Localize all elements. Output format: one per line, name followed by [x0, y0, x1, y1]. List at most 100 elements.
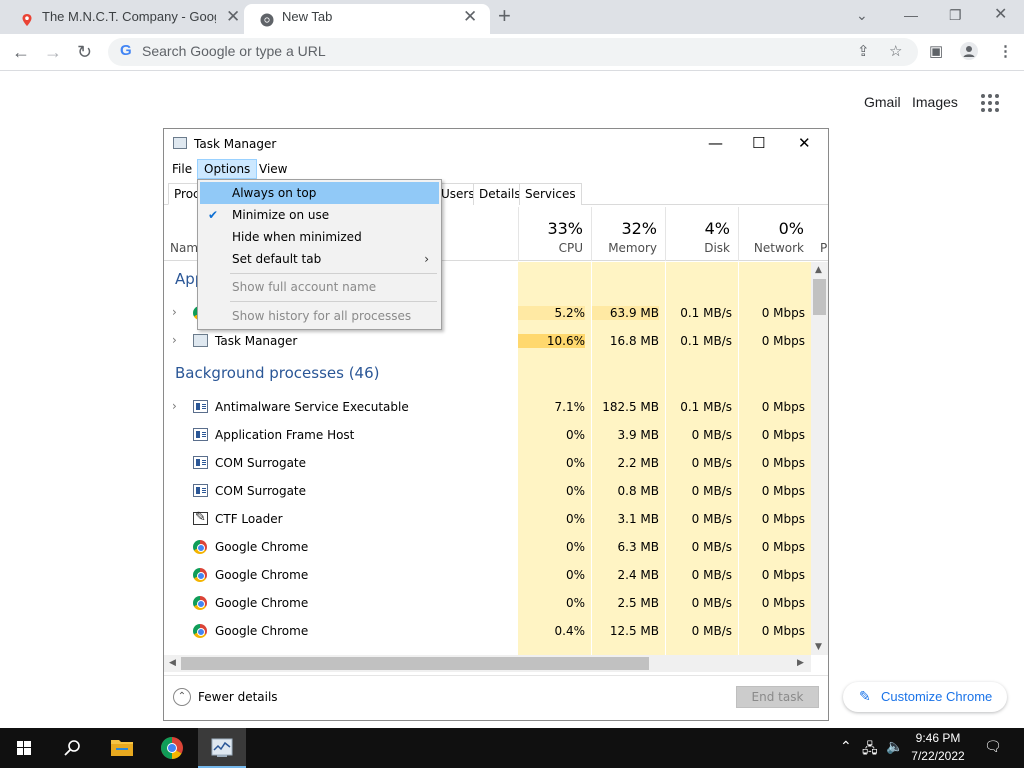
table-row[interactable]: COM Surrogate 0% 0.8 MB 0 MB/s 0 Mbps: [164, 477, 811, 505]
close-tab-icon[interactable]: ✕: [226, 4, 240, 30]
cpu-value: 10.6%: [518, 334, 585, 348]
menu-item-hide-when-minimized[interactable]: Hide when minimized: [200, 226, 439, 248]
show-hidden-icons-icon[interactable]: ⌃: [840, 738, 852, 755]
reload-icon[interactable]: ↻: [77, 40, 92, 64]
column-name[interactable]: Nam: [170, 241, 198, 255]
network-icon[interactable]: 🖧: [862, 738, 878, 762]
memory-value: 3.1 MB: [617, 512, 659, 526]
disk-value: 0 MB/s: [691, 512, 732, 526]
minimize-icon[interactable]: —: [708, 133, 723, 153]
menu-item-minimize-on-use[interactable]: ✔ Minimize on use: [200, 204, 439, 226]
scroll-down-icon[interactable]: ▼: [815, 642, 822, 652]
table-row[interactable]: › Task Manager 10.6% 16.8 MB 0.1 MB/s 0 …: [164, 327, 811, 355]
menu-item-show-history[interactable]: Show history for all processes: [200, 305, 439, 327]
table-row[interactable]: Google Chrome 0% 2.5 MB 0 MB/s 0 Mbps: [164, 589, 811, 617]
close-window-icon[interactable]: ✕: [994, 2, 1007, 28]
gmail-link[interactable]: Gmail: [864, 94, 901, 110]
forward-icon[interactable]: →: [44, 40, 62, 64]
new-tab-icon[interactable]: +: [498, 3, 511, 29]
tab-services[interactable]: Services: [519, 183, 582, 205]
scroll-left-icon[interactable]: ◀: [169, 658, 176, 668]
notification-icon[interactable]: 🗨: [984, 738, 1002, 755]
task-manager-icon: [173, 137, 187, 149]
process-name: Google Chrome: [215, 596, 309, 610]
vertical-scrollbar[interactable]: ▲ ▼: [811, 262, 828, 655]
table-row[interactable]: Google Chrome 0% 6.3 MB 0 MB/s 0 Mbps: [164, 533, 811, 561]
column-cpu[interactable]: 33% CPU: [518, 207, 591, 261]
memory-percent: 32%: [621, 219, 657, 238]
clock-date[interactable]: 7/22/2022: [905, 749, 971, 763]
close-tab-icon[interactable]: ✕: [463, 4, 477, 30]
menu-item-show-full-account-name[interactable]: Show full account name: [200, 276, 439, 298]
table-row[interactable]: › Antimalware Service Executable 7.1% 18…: [164, 393, 811, 421]
network-value: 0 Mbps: [761, 568, 805, 582]
network-value: 0 Mbps: [761, 484, 805, 498]
maximize-icon[interactable]: ☐: [752, 133, 765, 153]
menu-item-always-on-top[interactable]: Always on top: [200, 182, 439, 204]
scroll-right-icon[interactable]: ▶: [797, 658, 804, 668]
scroll-up-icon[interactable]: ▲: [815, 265, 822, 275]
clock-time[interactable]: 9:46 PM: [910, 731, 966, 745]
process-name: Google Chrome: [215, 540, 309, 554]
share-icon[interactable]: ⇪: [857, 42, 870, 62]
menu-options[interactable]: Options: [197, 159, 258, 179]
table-row[interactable]: COM Surrogate 0% 2.2 MB 0 MB/s 0 Mbps: [164, 449, 811, 477]
column-network[interactable]: 0% Network: [738, 207, 812, 261]
memory-value: 2.2 MB: [617, 456, 659, 470]
side-panel-icon[interactable]: ▣: [929, 42, 943, 62]
folder-icon: [111, 740, 133, 756]
table-row[interactable]: Application Frame Host 0% 3.9 MB 0 MB/s …: [164, 421, 811, 449]
tab-mnct[interactable]: The M.N.C.T. Company - Google: [20, 4, 216, 34]
disk-value: 0 MB/s: [691, 484, 732, 498]
chrome-taskbar-button[interactable]: [148, 728, 196, 768]
expand-icon[interactable]: ›: [172, 305, 177, 319]
customize-chrome-button[interactable]: ✎ Customize Chrome: [843, 682, 1007, 712]
table-row[interactable]: Google Chrome 0% 2.4 MB 0 MB/s 0 Mbps: [164, 561, 811, 589]
bookmark-star-icon[interactable]: ☆: [889, 42, 902, 62]
more-menu-icon[interactable]: ⋮: [998, 42, 1013, 62]
restore-icon[interactable]: ❐: [949, 2, 962, 28]
google-apps-icon[interactable]: [981, 94, 999, 112]
cpu-value: 0%: [565, 484, 585, 498]
images-link[interactable]: Images: [912, 94, 958, 110]
column-memory[interactable]: 32% Memory: [591, 207, 665, 261]
start-button[interactable]: [0, 728, 48, 768]
cpu-value: 7.1%: [554, 400, 586, 414]
column-disk[interactable]: 4% Disk: [665, 207, 738, 261]
table-row[interactable]: Google Chrome 0.4% 12.5 MB 0 MB/s 0 Mbps: [164, 617, 811, 645]
horizontal-scrollbar[interactable]: ◀ ▶: [164, 655, 811, 672]
chevron-up-icon[interactable]: ⌃: [173, 688, 191, 706]
tab-new-tab[interactable]: New Tab: [260, 4, 440, 34]
back-icon[interactable]: ←: [12, 40, 30, 64]
end-task-button[interactable]: End task: [736, 686, 819, 708]
menu-separator: [230, 301, 437, 302]
tab-search-icon[interactable]: ⌄: [856, 2, 868, 28]
menu-view[interactable]: View: [253, 159, 293, 179]
menu-separator: [230, 273, 437, 274]
volume-icon[interactable]: 🔈: [886, 738, 903, 755]
close-icon[interactable]: ✕: [798, 133, 811, 153]
disk-value: 0 MB/s: [691, 624, 732, 638]
menu-bar: File Options View: [164, 159, 828, 179]
process-name: Application Frame Host: [215, 428, 355, 442]
address-bar[interactable]: G Search Google or type a URL: [108, 38, 918, 66]
menu-file[interactable]: File: [166, 159, 198, 179]
expand-icon[interactable]: ›: [172, 333, 177, 347]
cpu-label: CPU: [558, 241, 583, 255]
disk-label: Disk: [704, 241, 730, 255]
search-button[interactable]: [48, 728, 96, 768]
memory-value: 12.5 MB: [609, 624, 659, 638]
menu-item-set-default-tab[interactable]: Set default tab ›: [200, 248, 439, 270]
file-explorer-button[interactable]: [98, 728, 146, 768]
scrollbar-thumb[interactable]: [813, 279, 826, 315]
table-row[interactable]: CTF Loader 0% 3.1 MB 0 MB/s 0 Mbps: [164, 505, 811, 533]
expand-icon[interactable]: ›: [172, 399, 177, 413]
memory-value: 63.9 MB: [592, 306, 659, 320]
minimize-icon[interactable]: —: [904, 2, 918, 28]
fewer-details-link[interactable]: Fewer details: [198, 690, 278, 704]
task-manager-taskbar-button[interactable]: [198, 728, 246, 768]
profile-avatar-icon[interactable]: [960, 42, 978, 66]
column-power[interactable]: P: [820, 241, 827, 255]
memory-value: 0.8 MB: [617, 484, 659, 498]
scrollbar-thumb[interactable]: [181, 657, 649, 670]
